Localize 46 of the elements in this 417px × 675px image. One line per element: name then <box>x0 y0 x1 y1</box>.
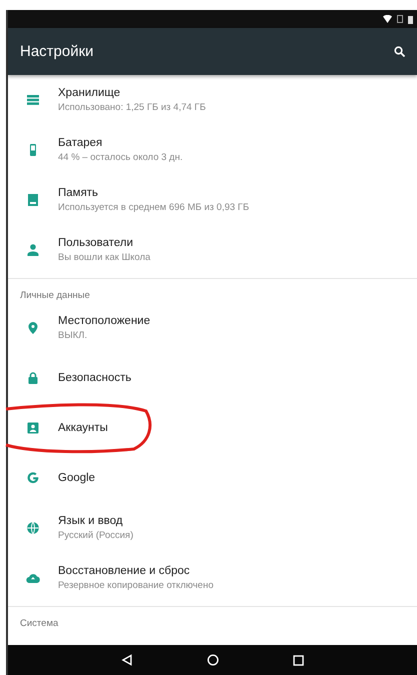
memory-icon <box>26 193 40 207</box>
item-subtitle: Вы вошли как Школа <box>58 252 150 263</box>
item-title: Язык и ввод <box>58 515 124 527</box>
lock-icon <box>26 371 40 385</box>
settings-item[interactable]: Батарея 44 % – осталось около 3 дн. <box>8 125 417 175</box>
search-icon[interactable] <box>394 46 405 57</box>
item-title: Память <box>58 187 100 199</box>
item-title: Google <box>58 472 96 484</box>
item-subtitle: Резервное копирование отключено <box>58 580 214 591</box>
google-icon <box>26 471 40 485</box>
settings-item[interactable]: Аккаунты <box>8 403 417 453</box>
wifi-icon <box>383 15 392 23</box>
home-icon[interactable] <box>207 654 219 666</box>
item-title: Аккаунты <box>58 422 108 434</box>
settings-item[interactable]: Язык и ввод Русский (Россия) <box>8 503 417 553</box>
location-pin-icon <box>26 321 40 335</box>
storage-icon <box>26 93 40 107</box>
item-subtitle: Использовано: 1,25 ГБ из 4,74 ГБ <box>58 102 206 113</box>
item-title: Пользователи <box>58 237 134 249</box>
settings-item[interactable]: Пользователи Вы вошли как Школа <box>8 225 417 275</box>
item-title: Хранилище <box>58 87 122 99</box>
item-title: Безопасность <box>58 372 132 384</box>
account-icon <box>26 421 40 435</box>
item-title: Местоположение <box>58 315 150 327</box>
toolbar-title: Настройки <box>20 43 94 60</box>
signal-icon <box>397 15 403 23</box>
settings-item[interactable]: Восстановление и сброс Резервное копирование отключено <box>8 553 417 603</box>
item-title: Восстановление и сброс <box>58 565 191 577</box>
back-icon[interactable] <box>121 654 133 666</box>
section-header: Личные данные <box>19 289 91 303</box>
settings-item[interactable]: Безопасность <box>8 353 417 403</box>
item-subtitle: ВЫКЛ. <box>58 330 88 341</box>
user-icon <box>26 243 40 257</box>
settings-item[interactable]: Память Используется в среднем 696 МБ из 0,93 ГБ <box>8 175 417 225</box>
item-subtitle: Русский (Россия) <box>58 530 134 541</box>
battery-icon <box>408 14 413 24</box>
item-subtitle: 44 % – осталось около 3 дн. <box>58 152 183 163</box>
globe-icon <box>26 521 40 535</box>
item-subtitle: Используется в среднем 696 МБ из 0,93 ГБ <box>58 202 250 213</box>
settings-item[interactable]: Хранилище Использовано: 1,25 ГБ из 4,74 ГБ <box>8 75 417 125</box>
section-header: Система <box>19 617 60 631</box>
settings-item[interactable]: Местоположение ВЫКЛ. <box>8 303 417 353</box>
cloud-icon <box>26 571 40 585</box>
settings-item[interactable]: Google <box>8 453 417 503</box>
item-title: Батарея <box>58 137 104 149</box>
recents-icon[interactable] <box>293 654 304 666</box>
